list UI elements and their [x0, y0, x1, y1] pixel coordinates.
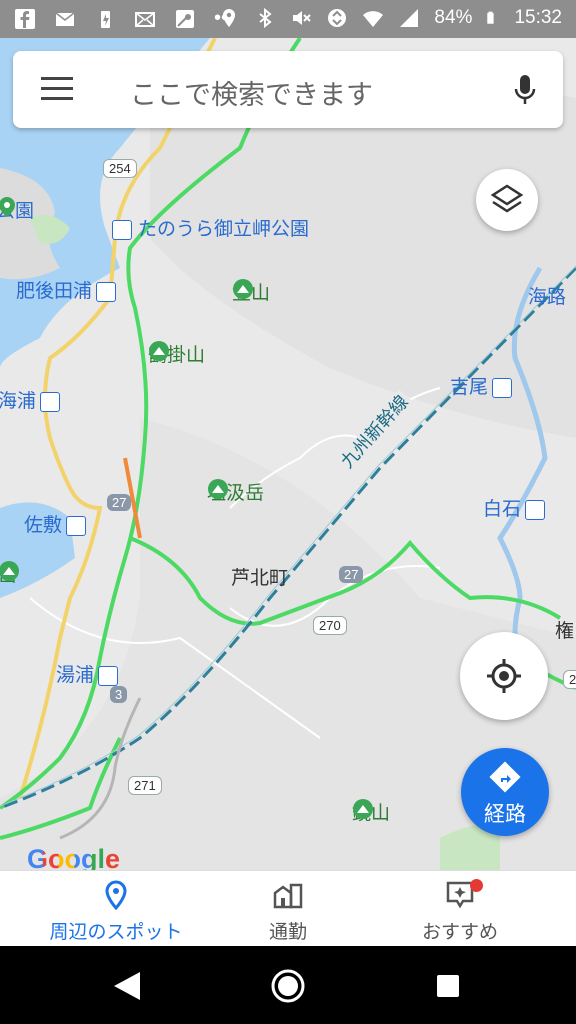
map-label-higo-tanoura[interactable]: 肥後田浦: [16, 276, 117, 303]
facebook-icon: [15, 8, 35, 29]
recents-icon[interactable]: [436, 974, 460, 998]
crosshair-icon: [487, 659, 521, 693]
map-label-kairo[interactable]: 海路: [528, 282, 566, 309]
map-label-gon[interactable]: 権: [555, 616, 574, 643]
system-nav-bar: [0, 946, 576, 1024]
park-pin-icon: [0, 197, 15, 217]
mountain-pin-icon: [233, 279, 253, 299]
search-bar[interactable]: ここで検索できます: [13, 51, 563, 128]
tab-explore[interactable]: 周辺のスポット: [20, 871, 212, 947]
message-icon: [135, 11, 155, 27]
train-station-icon: [492, 377, 513, 398]
status-bar: ••• 84% 15:32: [0, 0, 576, 38]
commute-building-icon: [273, 883, 303, 909]
map-label-tanoura-park[interactable]: たのうら御立岬公園: [108, 214, 309, 241]
map-label-kagamiyama[interactable]: 鏡山: [352, 798, 390, 825]
train-station-icon: [96, 281, 117, 302]
back-icon[interactable]: [112, 970, 142, 1002]
location-pin-icon: [105, 880, 127, 911]
my-location-button[interactable]: [460, 632, 548, 720]
route-shield-254: 254: [103, 159, 137, 178]
map-label-tsurukakeyama[interactable]: 鶴掛山: [148, 340, 205, 367]
battery-level: 84%: [434, 7, 473, 28]
search-input[interactable]: ここで検索できます: [130, 73, 373, 112]
map-label-shiroishi[interactable]: 白石: [483, 494, 546, 521]
home-icon[interactable]: [270, 968, 306, 1004]
menu-icon[interactable]: [41, 77, 73, 103]
directions-label: 経路: [484, 802, 526, 826]
map-label-ashikita[interactable]: 芦北町: [231, 563, 288, 590]
notification-dot: [470, 879, 483, 892]
mountain-pin-icon: [149, 341, 169, 361]
mountain-pin-icon: [0, 561, 19, 581]
bluetooth-icon: [259, 7, 273, 29]
tab-for-you-label: おすすめ: [421, 921, 498, 943]
battery-saver-icon: [101, 10, 110, 28]
map-label-yunoura[interactable]: 湯浦: [56, 660, 119, 687]
wifi-icon: [363, 11, 384, 27]
mountain-pin-icon: [353, 799, 373, 819]
map-label-sashiki[interactable]: 佐敷: [24, 510, 87, 537]
route-shield-271: 271: [128, 776, 162, 795]
layers-button[interactable]: [476, 169, 538, 231]
signal-icon: [400, 9, 419, 27]
tab-for-you[interactable]: おすすめ: [364, 871, 556, 947]
route-shield-270: 270: [313, 616, 347, 635]
google-logo: Google: [27, 844, 120, 870]
route-shield-27: 27: [339, 566, 364, 583]
data-icon: [328, 9, 347, 27]
train-station-icon: [112, 219, 132, 240]
mute-icon: [293, 11, 312, 25]
battery-icon: [487, 11, 495, 24]
map-label-umiura[interactable]: 海浦: [0, 386, 61, 413]
map-label-yoshio[interactable]: 吉尾: [450, 372, 513, 399]
microphone-icon[interactable]: [513, 73, 537, 107]
mountain-pin-icon: [208, 479, 228, 499]
train-station-icon: [98, 665, 119, 686]
tab-commute-label: 通勤: [268, 921, 307, 943]
map-label-shiokumidake[interactable]: 塩汲岳: [207, 478, 264, 505]
mail-icon: [55, 11, 75, 26]
map-canvas: [0, 38, 576, 870]
train-station-icon: [40, 391, 61, 412]
map-label-dake[interactable]: 岳: [0, 560, 19, 587]
tab-commute[interactable]: 通勤: [192, 871, 384, 947]
maps-icon: [176, 9, 194, 28]
map-view[interactable]: 公園 たのうら御立岬公園 肥後田浦 笠山 鶴掛山 海浦 海路 吉尾 九州新幹線 …: [0, 38, 576, 870]
bottom-navigation: 周辺のスポット 通勤 おすすめ: [0, 870, 576, 947]
map-label-park[interactable]: 公園: [0, 196, 34, 223]
clock: 15:32: [514, 7, 562, 28]
route-shield-27: 27: [107, 494, 132, 511]
route-shield-3: 3: [110, 686, 128, 703]
train-station-icon: [66, 515, 87, 536]
directions-button[interactable]: 経路: [461, 748, 549, 836]
layers-icon: [490, 184, 524, 213]
train-station-icon: [525, 499, 546, 520]
location-icon: [223, 9, 236, 27]
route-shield-partial: 2: [563, 670, 576, 689]
map-label-kasayama[interactable]: 笠山: [232, 278, 270, 305]
tab-explore-label: 周辺のスポット: [49, 921, 183, 943]
